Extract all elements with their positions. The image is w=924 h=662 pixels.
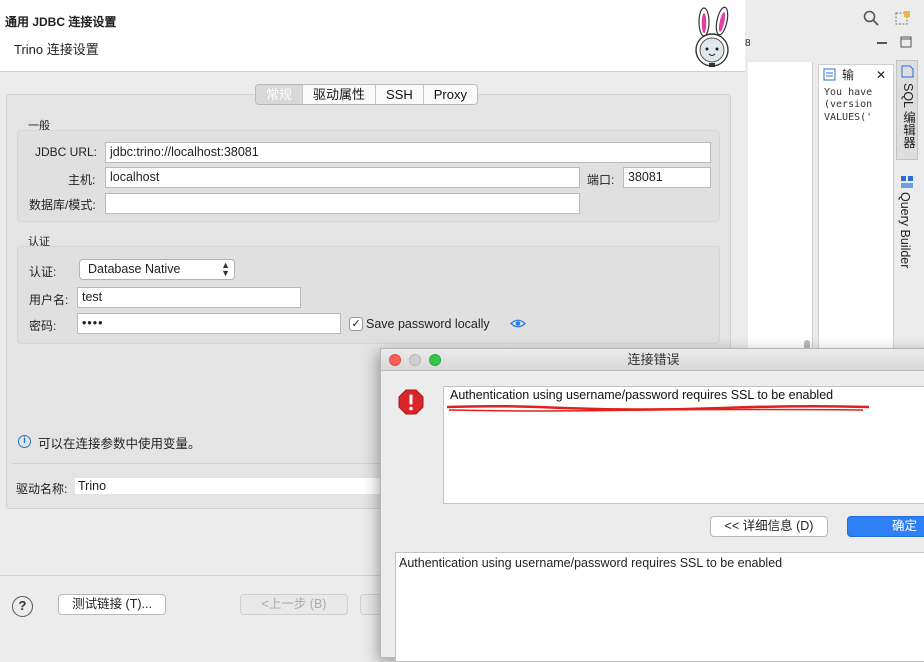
error-dialog-title: 连接错误 — [627, 352, 680, 367]
output-icon — [823, 68, 836, 81]
variables-info-text: 可以在连接参数中使用变量。 — [38, 437, 201, 451]
error-dialog-titlebar: 连接错误 — [381, 349, 924, 371]
username-label: 用户名: — [29, 293, 69, 307]
side-panel-bar: SQL 编辑器 Query Builder — [896, 60, 920, 350]
password-label: 密码: — [29, 319, 57, 333]
tab-driver-properties[interactable]: 驱动属性 — [303, 85, 377, 104]
password-input[interactable]: •••• — [77, 313, 341, 334]
error-icon — [398, 389, 424, 415]
query-builder-icon — [901, 176, 913, 188]
driver-name-value: Trino — [75, 478, 381, 494]
host-input[interactable]: localhost — [105, 167, 580, 188]
database-input[interactable] — [105, 193, 580, 214]
dialog-title: 通用 JDBC 连接设置 — [5, 15, 117, 29]
maximize-icon[interactable] — [900, 36, 912, 48]
eye-icon[interactable] — [510, 318, 526, 329]
save-password-checkbox[interactable]: ✓ — [349, 317, 363, 331]
tab-proxy[interactable]: Proxy — [423, 85, 477, 104]
dialog-header: 通用 JDBC 连接设置 Trino 连接设置 — [0, 0, 745, 72]
sql-editor-side-tab[interactable]: SQL 编辑器 — [896, 60, 918, 160]
error-details-box: Authentication using username/password r… — [395, 552, 924, 662]
port-input[interactable]: 38081 — [623, 167, 711, 188]
error-details-text: Authentication using username/password r… — [399, 556, 783, 570]
help-button[interactable]: ? — [12, 596, 33, 617]
tab-ssh[interactable]: SSH — [376, 85, 424, 104]
perspective-icon[interactable] — [895, 10, 911, 26]
sql-editor-icon — [901, 65, 914, 78]
dialog-subtitle: Trino 连接设置 — [14, 42, 99, 57]
close-icon[interactable]: ✕ — [876, 66, 886, 84]
output-line: You have — [824, 87, 873, 98]
tab-general[interactable]: 常规 — [256, 85, 304, 104]
rabbit-logo-icon — [695, 6, 729, 67]
username-input[interactable]: test — [77, 287, 301, 308]
red-underline-annotation — [446, 404, 870, 412]
back-button[interactable]: <上一步 (B) — [240, 594, 348, 615]
output-tab-label: 输 — [842, 68, 855, 82]
divider — [12, 463, 382, 464]
driver-name-label: 驱动名称: — [16, 482, 68, 496]
details-button[interactable]: << 详细信息 (D) — [710, 516, 828, 537]
chevron-updown-icon: ▲ ▼ — [221, 260, 230, 278]
output-line: VALUES(' — [824, 112, 873, 123]
jdbc-url-label: JDBC URL: — [35, 145, 98, 159]
database-label: 数据库/模式: — [29, 198, 96, 212]
output-line: (version — [824, 99, 873, 110]
settings-tabs: 常规 驱动属性 SSH Proxy — [255, 84, 478, 105]
host-label: 主机: — [68, 173, 96, 187]
output-tab[interactable]: 输 ✕ — [820, 66, 892, 84]
jdbc-url-input[interactable]: jdbc:trino://localhost:38081 — [105, 142, 711, 163]
auth-method-select[interactable]: Database Native ▲ ▼ — [79, 259, 235, 280]
connection-error-dialog: 连接错误 Authentication using username/passw… — [380, 348, 924, 662]
ok-button[interactable]: 确定 — [847, 516, 924, 537]
auth-method-value: Database Native — [88, 262, 181, 276]
next-button[interactable] — [360, 594, 382, 615]
info-icon: i — [18, 435, 31, 448]
sql-editor-label: SQL 编辑器 — [901, 83, 915, 149]
ide-editor-area[interactable] — [748, 62, 813, 350]
auth-label: 认证: — [29, 265, 57, 279]
save-password-label: Save password locally — [366, 317, 490, 331]
small-badge: 8 — [745, 38, 751, 49]
port-label: 端口: — [587, 173, 615, 187]
search-icon[interactable] — [863, 10, 879, 26]
query-builder-label[interactable]: Query Builder — [898, 192, 912, 268]
minimize-icon[interactable] — [877, 42, 887, 44]
test-connection-button[interactable]: 测试链接 (T)... — [58, 594, 166, 615]
